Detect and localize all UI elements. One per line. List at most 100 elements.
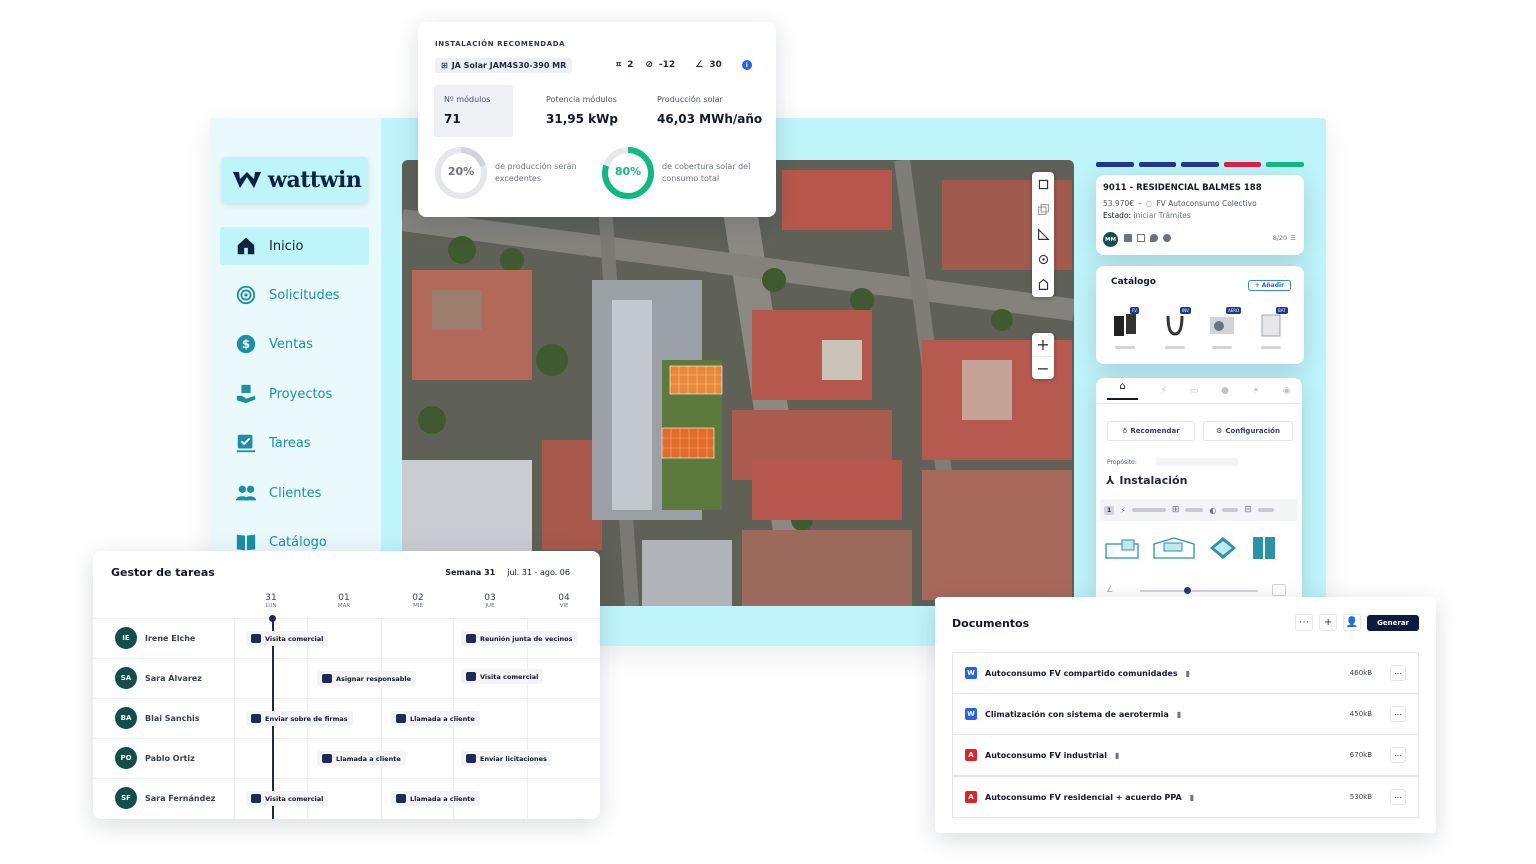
layers-tool[interactable]: [1032, 197, 1054, 222]
zoom-out-button[interactable]: −: [1032, 356, 1054, 379]
add-document-button[interactable]: +: [1319, 614, 1338, 631]
section-heading: ⅄ Instalación: [1106, 474, 1188, 487]
clock-icon[interactable]: [1163, 234, 1171, 242]
sidebar-item-solicitudes[interactable]: Solicitudes: [220, 276, 369, 314]
user-filter-button[interactable]: 👤: [1343, 614, 1362, 631]
progress-count: 8/20: [1272, 234, 1288, 242]
project-price: 53.970€: [1103, 199, 1135, 208]
monitor-icon[interactable]: [1137, 234, 1145, 242]
info-icon[interactable]: i: [741, 60, 752, 70]
assign-icon: [322, 674, 332, 683]
meeting-icon: [466, 634, 476, 643]
catalog-item-aerothermal[interactable]: AERO: [1208, 307, 1242, 349]
generate-button[interactable]: Generar: [1367, 614, 1419, 631]
sidebar-item-clientes[interactable]: Clientes: [220, 474, 369, 512]
aerial-map[interactable]: [402, 160, 1074, 606]
task-chip[interactable]: Visita comercial: [461, 669, 544, 684]
task-chip[interactable]: Llamada a cliente: [317, 751, 406, 766]
draw-area-tool[interactable]: [1032, 172, 1054, 197]
task-chip[interactable]: Llamada a cliente: [391, 711, 480, 726]
document-menu-button[interactable]: ⋯: [1390, 747, 1406, 763]
grid-line: [234, 618, 235, 819]
person-name: Sara Fernández: [145, 793, 216, 803]
person-row[interactable]: IE Irene Elche: [115, 627, 195, 649]
recommend-button[interactable]: ♁ Recomendar: [1107, 421, 1195, 441]
chat-icon[interactable]: [1150, 234, 1158, 242]
document-row[interactable]: W Autoconsumo FV compartido comunidades …: [952, 652, 1419, 694]
sidebar-item-label: Catálogo: [269, 534, 327, 550]
sidebar-item-ventas[interactable]: $ Ventas: [220, 325, 369, 363]
checklist-icon: ☰: [1290, 234, 1296, 242]
flat-roof-option-icon[interactable]: [1104, 536, 1140, 560]
task-chip[interactable]: Enviar sobre de firmas: [246, 711, 353, 726]
visit-icon: [466, 672, 476, 681]
task-chip[interactable]: Enviar licitaciones: [461, 751, 552, 766]
documents-card: Documentos ⋯ + 👤 Generar W Autoconsumo F…: [935, 597, 1436, 833]
solar-panel-icon: [1114, 314, 1136, 336]
add-catalog-button[interactable]: + Añadir: [1247, 280, 1291, 291]
tilted-panel-option-icon[interactable]: [1208, 535, 1238, 561]
person-row[interactable]: SF Sara Fernández: [115, 787, 215, 809]
measure-tool[interactable]: [1032, 222, 1054, 247]
tilt-slider-thumb[interactable]: [1184, 587, 1191, 594]
sidebar-item-inicio[interactable]: Inicio: [220, 227, 369, 265]
avatar: SA: [115, 667, 137, 689]
document-menu-button[interactable]: ⋯: [1390, 789, 1406, 805]
zoom-in-button[interactable]: +: [1032, 333, 1054, 356]
sidebar-item-proyectos[interactable]: Proyectos: [220, 375, 369, 413]
catalog-badge: INV: [1180, 307, 1191, 314]
day-header: 04 VIE: [558, 593, 570, 609]
week-range: jul. 31 - ago. 06: [507, 568, 570, 577]
person-row[interactable]: SA Sara Álvarez: [115, 667, 202, 689]
vertical-panel-option-icon[interactable]: [1250, 535, 1278, 561]
configuration-button[interactable]: ⚙ Configuración: [1203, 421, 1293, 441]
more-options-button[interactable]: ⋯: [1295, 614, 1314, 631]
task-chip[interactable]: Asignar responsable: [317, 671, 417, 686]
tab-eye[interactable]: ◉: [1283, 386, 1291, 396]
folder-icon[interactable]: [1124, 234, 1132, 242]
task-chip[interactable]: Visita comercial: [246, 631, 329, 646]
locate-tool[interactable]: [1032, 247, 1054, 272]
bolt-icon: ⚡: [1120, 505, 1126, 515]
tab-home[interactable]: ⌂: [1107, 381, 1138, 400]
tab-location[interactable]: ●: [1221, 386, 1229, 396]
week-selector[interactable]: Semana 31 jul. 31 - ago. 06: [445, 568, 570, 577]
document-row[interactable]: W Climatización con sistema de aerotermi…: [952, 693, 1419, 735]
checklist-progress[interactable]: 8/20 ☰: [1273, 234, 1296, 242]
owner-avatar[interactable]: MM: [1103, 232, 1118, 247]
document-menu-button[interactable]: ⋯: [1390, 706, 1406, 722]
surplus-ring: 20%: [434, 146, 488, 200]
document-row[interactable]: A Autoconsumo FV industrial ▮ 670kB ⋯: [952, 734, 1419, 776]
tab-battery[interactable]: ▭: [1190, 386, 1199, 396]
gable-roof-option-icon[interactable]: [1152, 536, 1196, 560]
tilt-value-box[interactable]: [1272, 584, 1286, 596]
project-title: 9011 - RESIDENCIAL BALMES 188: [1103, 183, 1262, 193]
task-chip[interactable]: Reunión junta de vecinos: [461, 631, 578, 646]
phase-strip: [1096, 162, 1304, 167]
project-card[interactable]: 9011 - RESIDENCIAL BALMES 188 53.970€ – …: [1096, 175, 1304, 255]
placeholder-bar: [1165, 346, 1185, 349]
task-chip[interactable]: Visita comercial: [246, 791, 329, 806]
tab-sun[interactable]: ☀: [1252, 386, 1260, 396]
purpose-input[interactable]: [1156, 458, 1238, 466]
person-row[interactable]: PO Pablo Ortiz: [115, 747, 195, 769]
sidebar-item-tareas[interactable]: Tareas: [220, 424, 369, 462]
tab-plug[interactable]: ⚡: [1161, 386, 1167, 396]
tasks-icon: [236, 434, 256, 453]
document-row[interactable]: A Autoconsumo FV residencial + acuerdo P…: [952, 776, 1419, 818]
word-file-icon: W: [965, 667, 977, 679]
document-menu-button[interactable]: ⋯: [1390, 665, 1406, 681]
task-chip[interactable]: Llamada a cliente: [391, 791, 480, 806]
building-tool[interactable]: [1032, 272, 1054, 297]
frame-icon: ⌗: [616, 60, 622, 70]
logo[interactable]: wattwin: [222, 157, 368, 203]
catalog-item-inverter[interactable]: INV: [1162, 307, 1191, 349]
avatar: PO: [115, 747, 137, 769]
step-number[interactable]: 1: [1104, 505, 1115, 515]
person-row[interactable]: BA Blai Sanchis: [115, 707, 200, 729]
module-model-chip[interactable]: ⊞ JA Solar JAM4S30-390 MR: [435, 58, 573, 73]
catalog-item-battery[interactable]: BAT: [1258, 307, 1288, 349]
catalog-item-solar-panel[interactable]: FV: [1112, 307, 1140, 349]
placeholder-bar: [1212, 346, 1232, 349]
tilt-slider-track[interactable]: [1140, 590, 1258, 592]
